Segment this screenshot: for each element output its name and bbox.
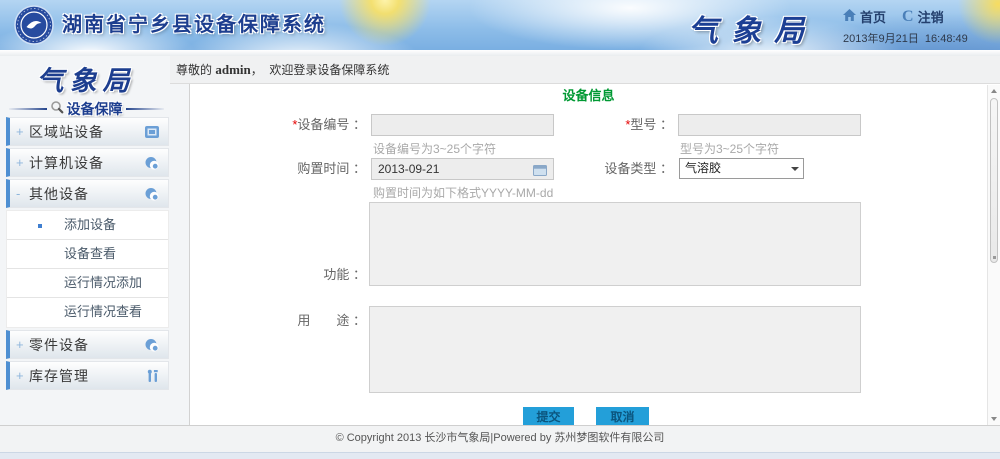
usage-textarea[interactable] xyxy=(369,306,861,393)
content-panel: 设备信息 *设备编号 ： *型号 ： 设备编号为3~25个字符 型号为3~25个… xyxy=(189,84,987,425)
expand-plus-icon: + xyxy=(16,155,29,170)
header-right: 首页 C 注销 2013年9月21日 16:48:49 xyxy=(843,7,968,46)
header-links: 首页 C 注销 xyxy=(843,7,968,26)
welcome-prefix: 尊敬的 xyxy=(176,63,215,77)
sidebar-submenu-other-equipment: 添加设备 设备查看 运行情况添加 运行情况查看 xyxy=(6,210,169,328)
device-type-label: 设备类型 ： xyxy=(598,158,673,180)
comment-icon xyxy=(144,187,160,206)
home-link[interactable]: 首页 xyxy=(860,7,886,26)
logout-link[interactable]: 注销 xyxy=(918,7,944,26)
sidebar-item-computer-equipment[interactable]: + 计算机设备 xyxy=(6,148,169,177)
expand-plus-icon: + xyxy=(16,368,29,383)
system-title: 湖南省宁乡县设备保障系统 xyxy=(62,0,326,50)
sidebar-item-area-station-equipment[interactable]: + 区域站设备 xyxy=(6,117,169,146)
sidebar-logo-subtitle: 设备保障 xyxy=(67,99,123,119)
collapse-minus-icon: - xyxy=(16,186,29,201)
function-textarea[interactable] xyxy=(369,202,861,286)
monitor-icon xyxy=(144,125,160,144)
datetime-display: 2013年9月21日 16:48:49 xyxy=(843,30,968,46)
purchase-date-label: 购置时间 ： xyxy=(286,158,366,180)
sidebar-item-other-equipment[interactable]: - 其他设备 xyxy=(6,179,169,208)
purchase-date-hint: 购置时间为如下格式YYYY-MM-dd xyxy=(373,184,553,201)
device-type-select[interactable]: 气溶胶 xyxy=(679,158,804,179)
scrollbar-down-arrow-icon[interactable] xyxy=(988,413,1000,425)
sidebar-item-inventory-management[interactable]: + 库存管理 xyxy=(6,361,169,390)
sidebar-logo-title: 气象局 xyxy=(0,59,172,98)
sidebar-subitem-add-running-status[interactable]: 运行情况添加 xyxy=(7,269,168,298)
device-no-hint: 设备编号为3~25个字符 xyxy=(373,140,496,157)
agency-title: 气象局 xyxy=(688,6,817,50)
footer-bottom-strip xyxy=(0,452,1000,459)
scrollbar-thumb[interactable] xyxy=(990,98,998,263)
comment-icon xyxy=(144,338,160,357)
model-input[interactable] xyxy=(678,114,861,136)
sidebar-subitem-add-equipment[interactable]: 添加设备 xyxy=(7,211,168,240)
tools-icon xyxy=(146,369,160,388)
comment-icon xyxy=(144,156,160,175)
scrollbar-up-arrow-icon[interactable] xyxy=(988,85,1000,97)
usage-label: 用 途 ： xyxy=(286,310,366,332)
model-hint: 型号为3~25个字符 xyxy=(680,140,779,157)
expand-plus-icon: + xyxy=(16,337,29,352)
device-type-selected-value: 气溶胶 xyxy=(685,161,721,175)
device-no-label: *设备编号 ： xyxy=(286,114,366,136)
username: admin xyxy=(215,62,250,77)
cancel-button[interactable]: 取消 xyxy=(596,407,649,425)
model-label: *型号 ： xyxy=(598,114,673,136)
calendar-icon[interactable] xyxy=(533,163,547,181)
copyright-text: © Copyright 2013 长沙市气象局|Powered by 苏州梦图软… xyxy=(0,426,1000,451)
footer: © Copyright 2013 长沙市气象局|Powered by 苏州梦图软… xyxy=(0,425,1000,459)
sidebar-item-parts-equipment[interactable]: + 零件设备 xyxy=(6,330,169,359)
top-header: 湖南省宁乡县设备保障系统 气象局 首页 C 注销 2013年9月21日 16:4… xyxy=(0,0,1000,50)
logout-icon: C xyxy=(902,10,914,24)
sidebar-menu: + 区域站设备 + 计算机设备 xyxy=(6,117,169,392)
page: 湖南省宁乡县设备保障系统 气象局 首页 C 注销 2013年9月21日 16:4… xyxy=(0,0,1000,459)
sidebar-logo-subtitle-row: 设备保障 xyxy=(0,99,172,119)
vertical-scrollbar[interactable] xyxy=(987,85,1000,425)
form-title: 设备信息 xyxy=(190,85,987,104)
chevron-down-icon xyxy=(791,167,799,171)
welcome-bar: 尊敬的 admin， 欢迎登录设备保障系统 xyxy=(170,56,1000,84)
welcome-suffix: ， 欢迎登录设备保障系统 xyxy=(251,63,390,77)
decorative-line-left xyxy=(9,108,47,110)
sidebar-subitem-view-running-status[interactable]: 运行情况查看 xyxy=(7,298,168,327)
home-icon xyxy=(843,9,856,24)
function-label: 功能 ： xyxy=(286,264,366,286)
device-no-input[interactable] xyxy=(371,114,554,136)
agency-emblem-icon xyxy=(14,5,54,50)
expand-plus-icon: + xyxy=(16,124,29,139)
sidebar: 气象局 设备保障 + 区域站设备 xyxy=(0,56,189,425)
purchase-date-input[interactable] xyxy=(371,158,554,180)
magnifier-icon xyxy=(50,100,64,119)
submit-button[interactable]: 提交 xyxy=(523,407,574,425)
sidebar-subitem-view-equipment[interactable]: 设备查看 xyxy=(7,240,168,269)
decorative-line-right xyxy=(126,108,164,110)
